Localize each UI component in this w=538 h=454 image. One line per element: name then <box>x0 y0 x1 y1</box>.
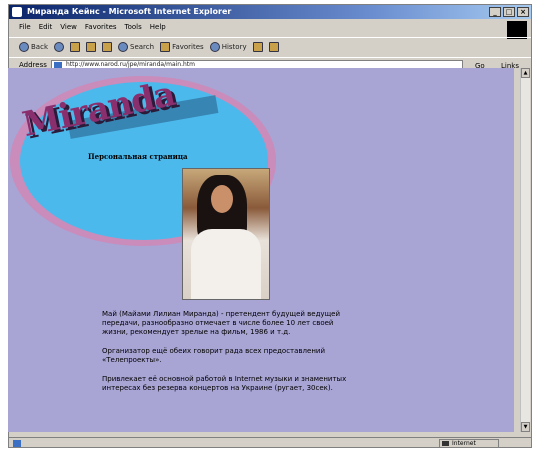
bio-paragraph: Май (Майами Лилиан Миранда) - претендент… <box>102 310 341 336</box>
minimize-button[interactable]: _ <box>489 7 501 17</box>
ie-logo-icon <box>12 7 22 17</box>
menu-view[interactable]: View <box>60 21 77 33</box>
menu-help[interactable]: Help <box>150 21 166 33</box>
stop-button[interactable] <box>70 41 80 52</box>
print-button[interactable] <box>268 41 279 52</box>
search-icon <box>118 41 128 52</box>
menu-file[interactable]: File <box>19 21 31 33</box>
menu-tools[interactable]: Tools <box>125 21 142 33</box>
refresh-icon <box>86 41 96 52</box>
forward-arrow-icon <box>54 41 64 52</box>
mail-icon <box>252 41 263 52</box>
globe-icon <box>442 441 449 446</box>
zone-label: Internet <box>452 440 476 447</box>
close-button[interactable]: × <box>517 7 529 17</box>
menu-favorites[interactable]: Favorites <box>85 21 117 33</box>
favorites-button[interactable]: Favorites <box>160 41 204 52</box>
status-bar: Internet <box>9 437 531 449</box>
search-button[interactable]: Search <box>118 41 155 52</box>
stop-icon <box>70 41 80 52</box>
history-icon <box>209 41 220 52</box>
standard-toolbar: Back Search Favorites History <box>9 37 531 55</box>
back-button[interactable]: Back <box>19 41 48 52</box>
page-done-icon <box>13 440 21 447</box>
bio-text: Май (Майами Лилиан Миранда) - претендент… <box>102 310 352 403</box>
photo-shirt <box>191 229 261 299</box>
menu-bar: File Edit View Favorites Tools Help <box>9 21 531 33</box>
maximize-button[interactable]: □ <box>503 7 515 17</box>
bio-paragraph: Организатор ещё обеих говорит рада всех … <box>102 347 325 364</box>
vertical-scrollbar[interactable]: ▲ ▼ <box>520 68 530 432</box>
home-button[interactable] <box>102 41 112 52</box>
site-tagline: Персональная страница <box>88 152 188 161</box>
menu-edit[interactable]: Edit <box>39 21 53 33</box>
home-icon <box>102 41 112 52</box>
history-label: History <box>221 42 247 51</box>
window-controls: _ □ × <box>489 7 529 17</box>
window-title: Миранда Кейнс - Microsoft Internet Explo… <box>27 7 232 16</box>
scroll-down-icon[interactable]: ▼ <box>521 422 530 432</box>
portrait-photo <box>182 168 270 300</box>
photo-face <box>211 185 233 213</box>
favorites-icon <box>160 41 171 52</box>
search-label: Search <box>130 42 155 51</box>
history-button[interactable]: History <box>209 41 247 52</box>
back-arrow-icon <box>19 41 29 52</box>
refresh-button[interactable] <box>86 41 96 52</box>
title-bar[interactable]: Миранда Кейнс - Microsoft Internet Explo… <box>9 5 531 19</box>
page-content: Miranda Персональная страница Май (Майам… <box>8 68 514 432</box>
forward-button[interactable] <box>54 41 64 52</box>
scroll-up-icon[interactable]: ▲ <box>521 68 530 78</box>
favorites-label: Favorites <box>172 42 204 51</box>
print-icon <box>268 41 279 52</box>
security-zone: Internet <box>439 439 499 448</box>
address-url: http://www.narod.ru/jpe/miranda/main.htm <box>66 61 196 68</box>
mail-button[interactable] <box>252 41 263 52</box>
back-label: Back <box>31 42 48 51</box>
bio-paragraph: Привлекает её основной работой в Interne… <box>102 375 347 392</box>
